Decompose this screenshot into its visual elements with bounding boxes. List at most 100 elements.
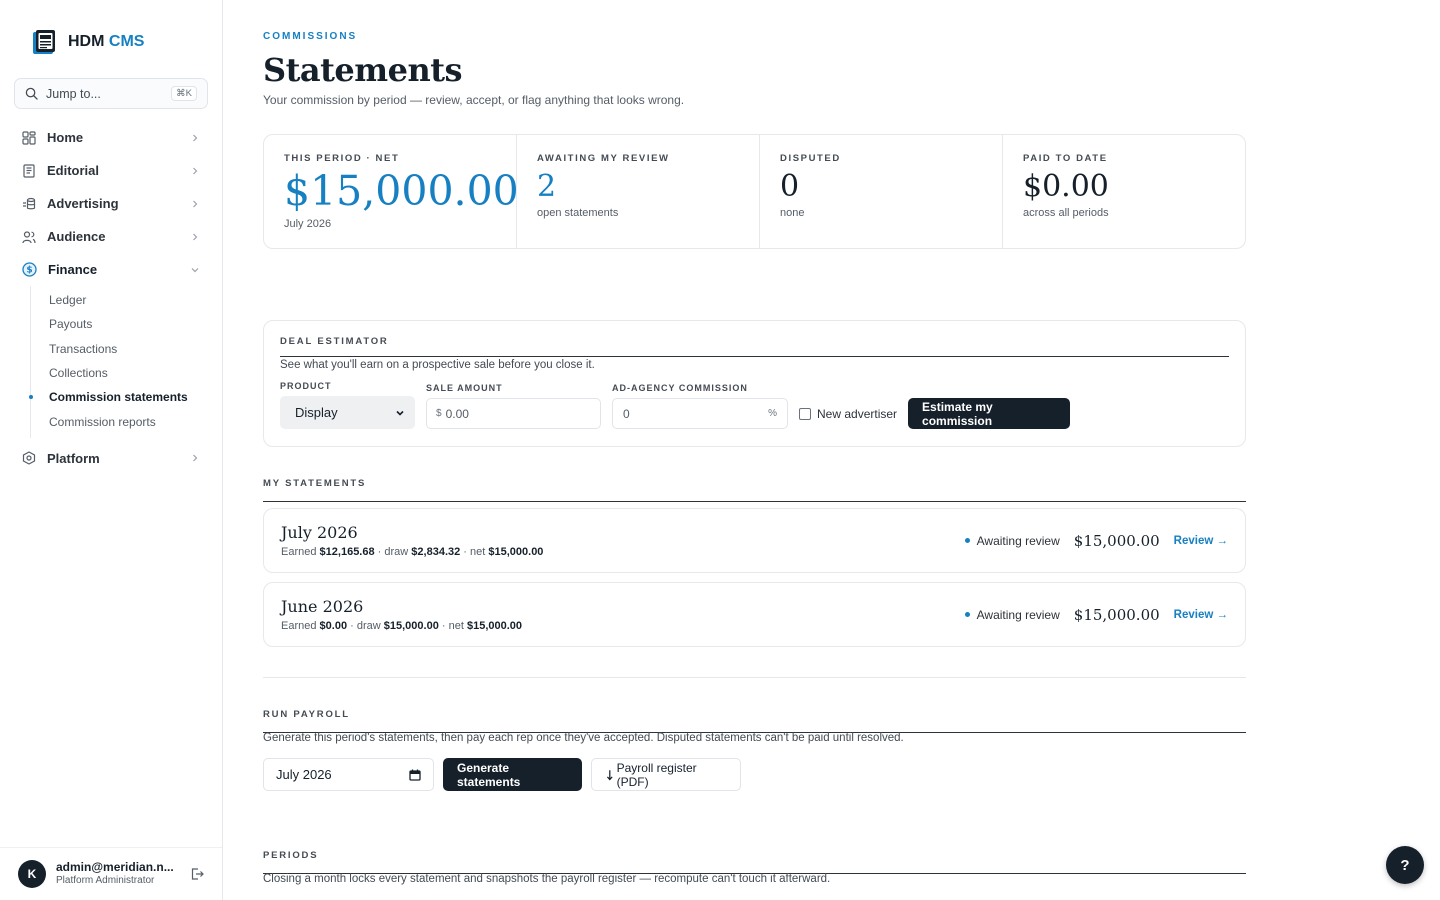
sidebar-subitem-ledger[interactable]: Ledger: [31, 288, 222, 312]
generate-statements-button[interactable]: Generate statements: [443, 758, 582, 791]
sidebar-item-audience[interactable]: Audience: [0, 220, 222, 253]
section-label: RUN PAYROLL: [263, 709, 1246, 733]
review-link[interactable]: Review →: [1174, 535, 1228, 547]
stat-value: $15,000.00: [284, 167, 519, 215]
sidebar-subitem-commission-statements[interactable]: Commission statements: [28, 385, 222, 409]
search-placeholder: Jump to...: [46, 86, 101, 101]
sidebar-item-editorial[interactable]: Editorial: [0, 154, 222, 187]
stat-value: 0: [780, 169, 800, 204]
product-select[interactable]: Display: [280, 396, 415, 429]
statement-amount: $15,000.00: [1073, 605, 1160, 624]
periods-header: PERIODS Closing a month locks every stat…: [263, 850, 1246, 885]
stat-value: $0.00: [1023, 169, 1109, 204]
statement-actions: Awaiting review $15,000.00 Review →: [964, 605, 1228, 624]
estimator-description: See what you'll earn on a prospective sa…: [280, 356, 1229, 371]
new-advertiser-checkbox[interactable]: [799, 407, 811, 420]
sidebar-item-label: Platform: [47, 450, 100, 466]
review-link[interactable]: Review →: [1174, 609, 1228, 621]
user-profile: K admin@meridian.n... Platform Administr…: [0, 847, 222, 900]
sale-amount-input[interactable]: $ 0.00: [426, 398, 601, 429]
statement-actions: Awaiting review $15,000.00 Review →: [964, 531, 1228, 550]
sidebar-subitem-commission-reports[interactable]: Commission reports: [31, 409, 222, 433]
stat-label: AWAITING MY REVIEW: [537, 153, 670, 164]
user-role: Platform Administrator: [56, 875, 155, 887]
sidebar-item-home[interactable]: Home: [0, 121, 222, 154]
new-advertiser-toggle[interactable]: New advertiser: [799, 398, 897, 429]
download-arrow-icon: [606, 769, 613, 780]
brand[interactable]: HDM CMS: [30, 28, 144, 56]
sidebar-subitem-transactions[interactable]: Transactions: [31, 337, 222, 361]
payroll-month-input[interactable]: July 2026: [263, 758, 434, 791]
chevron-right-icon: [193, 134, 198, 141]
chevron-right-icon: [193, 454, 198, 462]
statement-amount: $15,000.00: [1073, 531, 1160, 550]
input-placeholder: 0.00: [445, 406, 469, 421]
status-dot: [964, 538, 970, 543]
sidebar-subitem-collections[interactable]: Collections: [31, 361, 222, 385]
stat-paid-to-date: PAID TO DATE $0.00 across all periods: [1003, 135, 1245, 248]
statement-info: July 2026 Earned $12,165.68 · draw $2,83…: [281, 523, 965, 558]
sidebar-item-label: Audience: [47, 229, 106, 244]
sidebar-item-platform[interactable]: Platform: [0, 442, 222, 475]
estimator-form: PRODUCT Display SALE AMOUNT $ 0.00 AD-AG…: [280, 381, 1229, 429]
sidebar-nav: Home Editorial Advertising Audience $ Fi…: [0, 121, 222, 475]
run-payroll-header: RUN PAYROLL Generate this period's state…: [263, 709, 1246, 744]
currency-prefix: $: [436, 408, 442, 419]
status-dot: [964, 612, 970, 617]
stat-sub: open statements: [537, 207, 619, 219]
button-label: Payroll register (PDF): [616, 760, 697, 789]
avatar[interactable]: K: [18, 860, 46, 888]
section-label: MY STATEMENTS: [263, 478, 1246, 502]
stat-sub: none: [780, 207, 805, 219]
user-text: admin@meridian.n... Platform Administrat…: [56, 860, 180, 887]
sidebar-item-label: Editorial: [47, 163, 100, 178]
hexagon-icon: [22, 451, 36, 465]
statement-period: June 2026: [281, 597, 364, 616]
stat-label: PAID TO DATE: [1023, 153, 1108, 164]
page-eyebrow: COMMISSIONS: [263, 31, 358, 42]
statement-period: July 2026: [281, 523, 358, 542]
status-badge: Awaiting review: [964, 608, 1060, 622]
select-value: Display: [295, 405, 338, 420]
shortcut-badge: ⌘K: [171, 86, 197, 101]
chevron-right-icon: [193, 167, 198, 174]
stat-sub: July 2026: [284, 218, 332, 231]
agency-commission-input[interactable]: 0 %: [612, 398, 788, 429]
sidebar-item-finance[interactable]: $ Finance: [0, 253, 222, 286]
coins-icon: [23, 197, 36, 209]
users-icon: [22, 230, 36, 243]
field-label: PRODUCT: [280, 381, 332, 391]
chevron-down-icon: [396, 410, 404, 416]
section-label: PERIODS: [263, 850, 1246, 874]
newspaper-logo-icon: [33, 30, 55, 54]
deal-estimator: DEAL ESTIMATOR See what you'll earn on a…: [263, 320, 1246, 447]
jump-to-search[interactable]: Jump to... ⌘K: [14, 78, 208, 109]
stat-label: THIS PERIOD · NET: [284, 153, 400, 164]
statement-row[interactable]: July 2026 Earned $12,165.68 · draw $2,83…: [263, 508, 1246, 573]
logout-icon[interactable]: [190, 867, 204, 881]
my-statements-header: MY STATEMENTS: [263, 478, 1246, 502]
periods-description: Closing a month locks every statement an…: [263, 873, 831, 885]
user-email: admin@meridian.n...: [56, 860, 174, 875]
stat-sub: across all periods: [1023, 207, 1109, 219]
calendar-icon[interactable]: [409, 769, 421, 781]
sidebar-item-advertising[interactable]: Advertising: [0, 187, 222, 220]
stat-disputed: DISPUTED 0 none: [760, 135, 1003, 248]
agency-commission-field: AD-AGENCY COMMISSION 0 %: [612, 383, 788, 429]
statement-meta: Earned $12,165.68 · draw $2,834.32 · net…: [281, 546, 544, 558]
section-label: DEAL ESTIMATOR: [280, 336, 389, 347]
statement-row[interactable]: June 2026 Earned $0.00 · draw $15,000.00…: [263, 582, 1246, 647]
sidebar-subitem-payouts[interactable]: Payouts: [31, 312, 222, 336]
payroll-controls: July 2026 Generate statements Payroll re…: [263, 758, 741, 791]
grid-icon: [22, 130, 36, 145]
sidebar-item-label: Home: [47, 130, 84, 145]
dollar-circle-icon: $: [22, 262, 37, 277]
month-value: July 2026: [276, 767, 332, 782]
input-value: 0: [623, 406, 630, 421]
chevron-down-icon: [191, 267, 199, 272]
stat-value: 2: [537, 169, 557, 204]
payroll-register-button[interactable]: Payroll register (PDF): [591, 758, 741, 791]
field-label: SALE AMOUNT: [426, 383, 503, 393]
help-button[interactable]: ?: [1386, 846, 1424, 884]
estimate-button[interactable]: Estimate my commission: [908, 398, 1071, 429]
